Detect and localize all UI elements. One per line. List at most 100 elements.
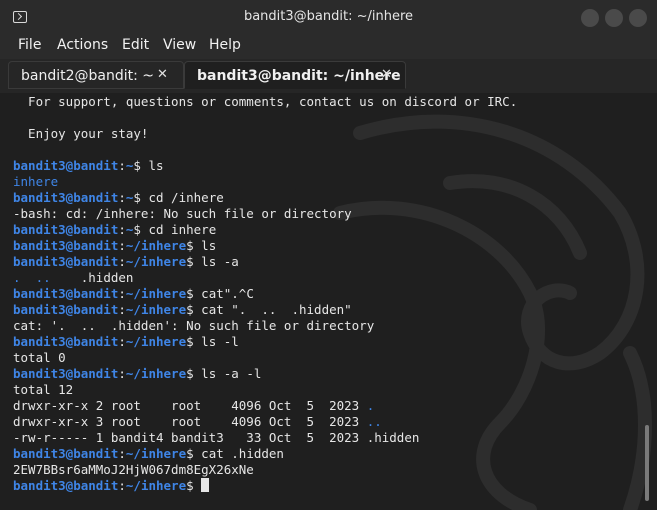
window-title: bandit3@bandit: ~/inhere <box>243 9 414 24</box>
prompt-sep: : <box>118 334 126 349</box>
output-text: inhere <box>13 174 59 189</box>
prompt-symbol: $ <box>186 366 202 381</box>
prompt-line: bandit3@bandit:~/inhere$ cat .hidden <box>13 446 517 462</box>
tab-close-icon[interactable]: ✕ <box>157 67 168 82</box>
output-line: total 0 <box>13 350 517 366</box>
prompt-line: bandit3@bandit:~/inhere$ cat ". .. .hidd… <box>13 302 517 318</box>
prompt-user-host: bandit3@bandit <box>13 478 119 493</box>
prompt-path: ~/inhere <box>125 238 187 253</box>
prompt-line: bandit3@bandit:~/inhere$ ls -l <box>13 334 517 350</box>
terminal-lines: For support, questions or comments, cont… <box>13 94 517 494</box>
command-text: ls <box>148 158 164 173</box>
prompt-line: bandit3@bandit:~/inhere$ ls -a <box>13 254 517 270</box>
prompt-user-host: bandit3@bandit <box>13 366 119 381</box>
output-line: cat: '. .. .hidden': No such file or dir… <box>13 318 517 334</box>
prompt-symbol: $ <box>186 478 202 493</box>
command-text: ls -l <box>201 334 239 349</box>
tab-close-icon[interactable]: ✕ <box>381 67 392 82</box>
output-line: . .. .hidden <box>13 270 517 286</box>
command-text: ls -a <box>201 254 239 269</box>
prompt-user-host: bandit3@bandit <box>13 158 119 173</box>
prompt-user-host: bandit3@bandit <box>13 238 119 253</box>
output-text: cat: '. .. .hidden': No such file or dir… <box>13 318 375 333</box>
menu-help[interactable]: Help <box>209 37 241 53</box>
command-text: cat ". .. .hidden" <box>201 302 352 317</box>
menu-bar: File Actions Edit View Help <box>0 34 657 59</box>
prompt-sep: : <box>118 302 126 317</box>
prompt-path: ~/inhere <box>125 446 187 461</box>
minimize-button[interactable] <box>581 9 599 27</box>
prompt-symbol: $ <box>133 222 149 237</box>
output-line: drwxr-xr-x 2 root root 4096 Oct 5 2023 . <box>13 398 517 414</box>
output-dir-name: . <box>366 398 375 413</box>
output-text: .hidden <box>65 270 134 285</box>
prompt-symbol: $ <box>133 190 149 205</box>
prompt-line: bandit3@bandit:~$ cd inhere <box>13 222 517 238</box>
prompt-sep: : <box>118 286 126 301</box>
prompt-line: bandit3@bandit:~/inhere$ ls <box>13 238 517 254</box>
terminal-output[interactable]: For support, questions or comments, cont… <box>0 93 657 510</box>
prompt-symbol: $ <box>186 334 202 349</box>
output-text: total 0 <box>13 350 66 365</box>
output-text: drwxr-xr-x 3 root root 4096 Oct 5 2023 <box>13 414 367 429</box>
output-text: -bash: cd: /inhere: No such file or dire… <box>13 206 352 221</box>
motd-line <box>13 142 517 158</box>
scrollbar[interactable] <box>645 425 649 501</box>
prompt-sep: : <box>118 190 126 205</box>
output-line: inhere <box>13 174 517 190</box>
prompt-path: ~/inhere <box>125 254 187 269</box>
menu-actions[interactable]: Actions <box>57 37 108 53</box>
prompt-line: bandit3@bandit:~/inhere$ <box>13 478 517 494</box>
motd-line: Enjoy your stay! <box>13 126 149 141</box>
prompt-path: ~/inhere <box>125 334 187 349</box>
tab-bandit2[interactable]: bandit2@bandit: ~ ✕ <box>8 61 184 89</box>
motd-line <box>13 110 517 126</box>
terminal-window: bandit3@bandit: ~/inhere File Actions Ed… <box>0 0 657 510</box>
tab-bar: bandit2@bandit: ~ ✕ bandit3@bandit: ~/in… <box>0 59 657 93</box>
output-text: drwxr-xr-x 2 root root 4096 Oct 5 2023 <box>13 398 367 413</box>
prompt-sep: : <box>118 446 126 461</box>
prompt-symbol: $ <box>186 254 202 269</box>
prompt-line: bandit3@bandit:~/inhere$ ls -a -l <box>13 366 517 382</box>
prompt-sep: : <box>118 254 126 269</box>
prompt-symbol: $ <box>186 302 202 317</box>
command-text: ls <box>201 238 217 253</box>
prompt-path: ~/inhere <box>125 302 187 317</box>
prompt-symbol: $ <box>186 238 202 253</box>
command-text: cat .hidden <box>201 446 284 461</box>
title-bar[interactable]: bandit3@bandit: ~/inhere <box>0 0 657 34</box>
prompt-symbol: $ <box>186 446 202 461</box>
prompt-user-host: bandit3@bandit <box>13 222 119 237</box>
command-text: ls -a -l <box>201 366 262 381</box>
output-text: . .. <box>13 270 66 285</box>
menu-file[interactable]: File <box>18 37 41 53</box>
menu-edit[interactable]: Edit <box>122 37 149 53</box>
prompt-line: bandit3@bandit:~$ cd /inhere <box>13 190 517 206</box>
prompt-user-host: bandit3@bandit <box>13 446 119 461</box>
prompt-user-host: bandit3@bandit <box>13 334 119 349</box>
output-dir-name: .. <box>366 414 382 429</box>
maximize-button[interactable] <box>605 9 623 27</box>
close-window-button[interactable] <box>629 9 647 27</box>
tab-label: bandit3@bandit: ~/inhere <box>197 68 401 84</box>
text-cursor <box>201 478 210 492</box>
tab-label: bandit2@bandit: ~ <box>21 68 155 84</box>
prompt-sep: : <box>118 158 126 173</box>
output-text: 2EW7BBsr6aMMoJ2HjW067dm8EgX26xNe <box>13 462 254 477</box>
prompt-symbol: $ <box>186 286 202 301</box>
tab-bandit3[interactable]: bandit3@bandit: ~/inhere ✕ <box>184 61 406 89</box>
prompt-user-host: bandit3@bandit <box>13 190 119 205</box>
menu-view[interactable]: View <box>163 37 196 53</box>
prompt-user-host: bandit3@bandit <box>13 302 119 317</box>
prompt-line: bandit3@bandit:~$ ls <box>13 158 517 174</box>
prompt-path: ~/inhere <box>125 286 187 301</box>
output-line: -bash: cd: /inhere: No such file or dire… <box>13 206 517 222</box>
prompt-sep: : <box>118 238 126 253</box>
output-line: 2EW7BBsr6aMMoJ2HjW067dm8EgX26xNe <box>13 462 517 478</box>
output-text: total 12 <box>13 382 74 397</box>
command-text: cat".^C <box>201 286 254 301</box>
output-text: -rw-r----- 1 bandit4 bandit3 33 Oct 5 20… <box>13 430 420 445</box>
output-line: -rw-r----- 1 bandit4 bandit3 33 Oct 5 20… <box>13 430 517 446</box>
prompt-path: ~/inhere <box>125 366 187 381</box>
prompt-sep: : <box>118 222 126 237</box>
